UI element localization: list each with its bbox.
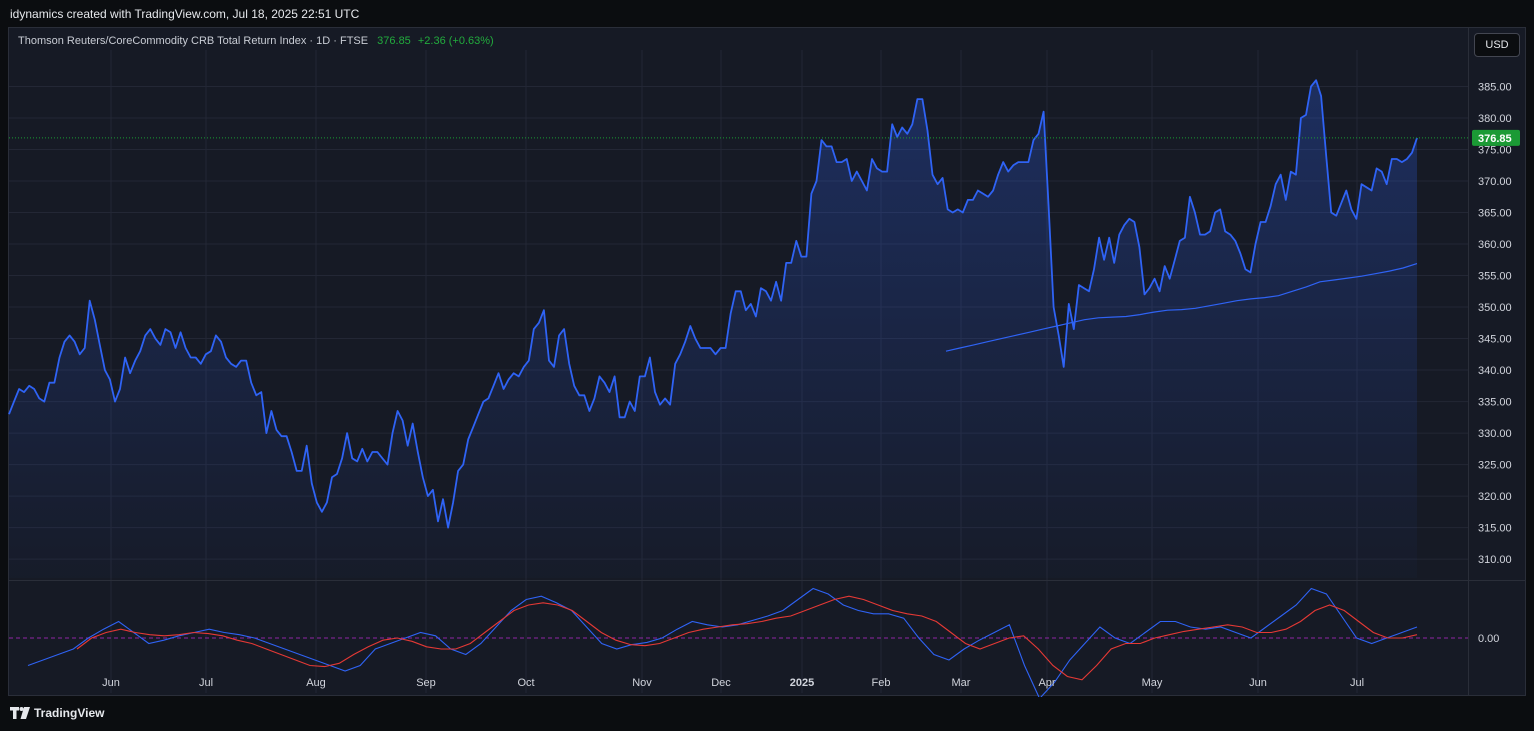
- x-tick-label: Apr: [1038, 677, 1055, 689]
- indicator-zero-label: 0.00: [1478, 633, 1499, 645]
- symbol-title: Thomson Reuters/CoreCommodity CRB Total …: [18, 35, 369, 47]
- y-tick-label: 340.00: [1478, 365, 1512, 377]
- y-tick-label: 310.00: [1478, 554, 1512, 566]
- y-tick-label: 335.00: [1478, 397, 1512, 409]
- x-tick-label: Jul: [199, 677, 213, 689]
- x-tick-label: Aug: [306, 677, 326, 689]
- y-tick-label: 350.00: [1478, 302, 1512, 314]
- y-tick-label: 385.00: [1478, 82, 1512, 94]
- chart-canvas[interactable]: 310.00 315.00 320.00 325.00 330.00 335.00 340.…: [0, 0, 1534, 731]
- x-tick-label: 2025: [790, 677, 814, 689]
- y-tick-label: 320.00: [1478, 491, 1512, 503]
- change-value: +2.36 (+0.63%): [417, 35, 494, 47]
- y-tick-label: 380.00: [1478, 113, 1512, 125]
- x-tick-label: Jul: [1350, 677, 1364, 689]
- y-tick-label: 325.00: [1478, 460, 1512, 472]
- x-tick-label: Dec: [711, 677, 731, 689]
- symbol-legend: Thomson Reuters/CoreCommodity CRB Total …: [18, 35, 494, 47]
- y-tick-label: 370.00: [1478, 176, 1512, 188]
- x-tick-label: Oct: [517, 677, 534, 689]
- price-area-fill: [9, 80, 1417, 578]
- currency-button[interactable]: USD: [1474, 33, 1520, 57]
- x-tick-label: Feb: [872, 677, 891, 689]
- last-value: 376.85: [377, 35, 411, 47]
- x-tick-label: Jun: [1249, 677, 1267, 689]
- x-tick-label: May: [1142, 677, 1163, 689]
- brand-name: TradingView: [34, 706, 105, 720]
- tradingview-logo-icon: [10, 707, 30, 719]
- x-tick-label: Nov: [632, 677, 652, 689]
- y-tick-label: 345.00: [1478, 334, 1512, 346]
- y-tick-label: 360.00: [1478, 239, 1512, 251]
- y-tick-label: 375.00: [1478, 145, 1512, 157]
- x-tick-label: Sep: [416, 677, 436, 689]
- x-tick-label: Jun: [102, 677, 120, 689]
- x-tick-label: Mar: [952, 677, 971, 689]
- y-tick-label: 330.00: [1478, 428, 1512, 440]
- bottom-bar: [0, 697, 1534, 731]
- y-tick-label: 355.00: [1478, 271, 1512, 283]
- tradingview-logo[interactable]: TradingView: [10, 706, 104, 720]
- y-tick-label: 365.00: [1478, 208, 1512, 220]
- y-tick-label: 315.00: [1478, 523, 1512, 535]
- last-price-badge-label: 376.85: [1478, 133, 1512, 145]
